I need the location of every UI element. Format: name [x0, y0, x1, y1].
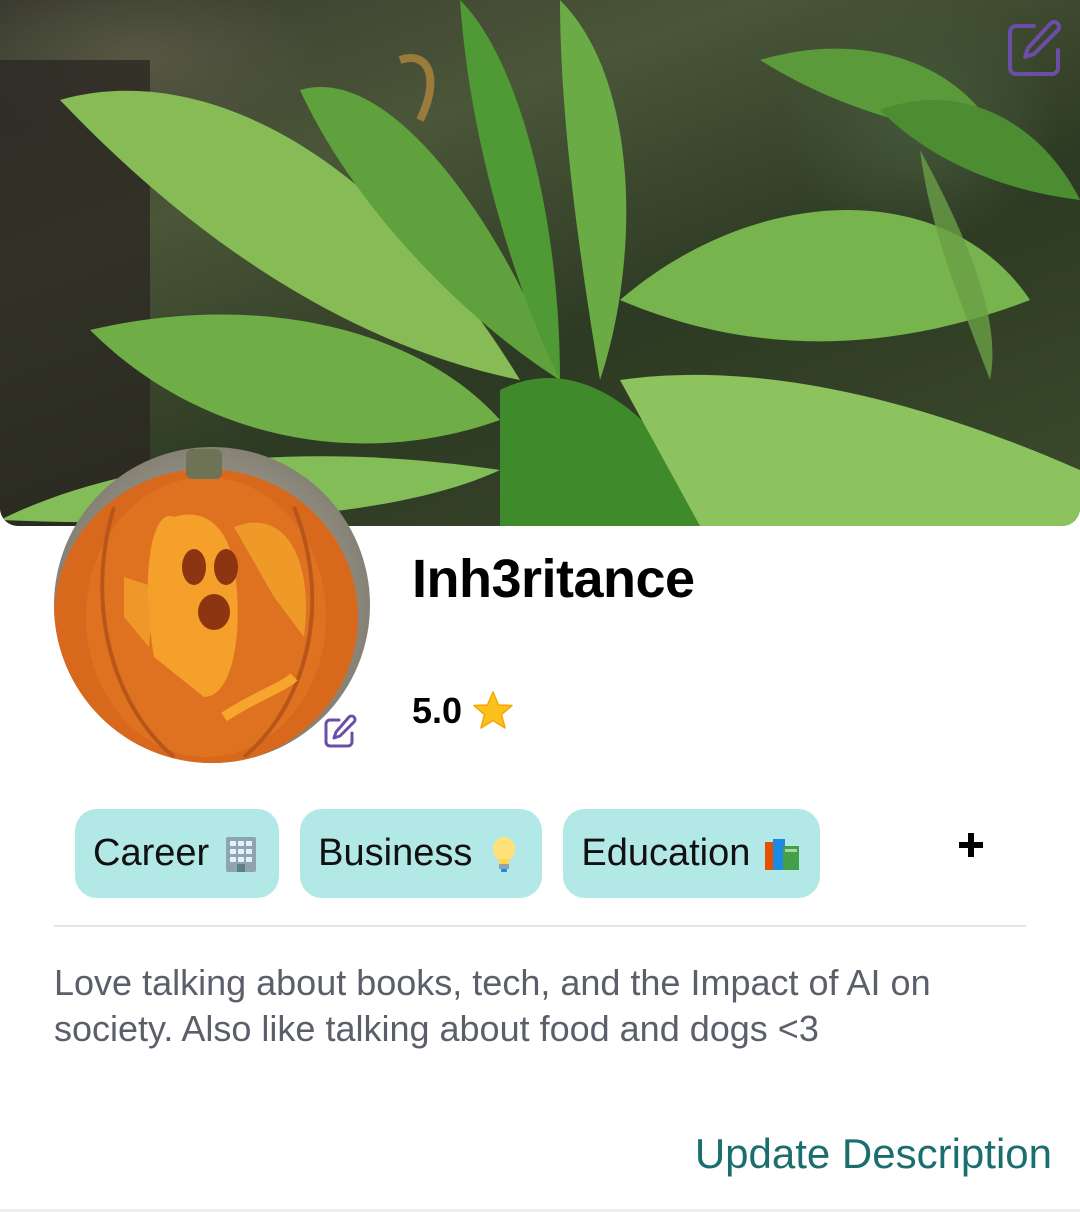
tag-education[interactable]: Education: [563, 809, 821, 898]
books-icon: [765, 838, 800, 870]
username: Inh3ritance: [412, 549, 695, 609]
star-icon: [473, 691, 513, 729]
edit-cover-button[interactable]: [1004, 18, 1066, 80]
office-building-icon: [226, 836, 257, 872]
edit-avatar-button[interactable]: [322, 714, 358, 750]
tag-label: Education: [581, 832, 751, 874]
profile-description: Love talking about books, tech, and the …: [54, 962, 931, 1049]
light-bulb-icon: [493, 836, 516, 872]
tag-career[interactable]: Career: [75, 809, 280, 898]
interest-tags: Career Business Education: [75, 809, 821, 898]
edit-icon: [324, 714, 357, 748]
rating-value: 5.0: [412, 690, 463, 731]
plus-icon: [959, 833, 983, 857]
tag-business[interactable]: Business: [300, 809, 543, 898]
tag-label: Business: [318, 832, 473, 874]
divider: [54, 925, 1026, 927]
edit-icon: [1008, 20, 1061, 76]
update-description-link[interactable]: Update Description: [695, 1130, 1052, 1178]
tag-label: Career: [93, 832, 210, 874]
add-tag-button[interactable]: [954, 828, 988, 862]
rating: 5.0: [412, 690, 514, 732]
